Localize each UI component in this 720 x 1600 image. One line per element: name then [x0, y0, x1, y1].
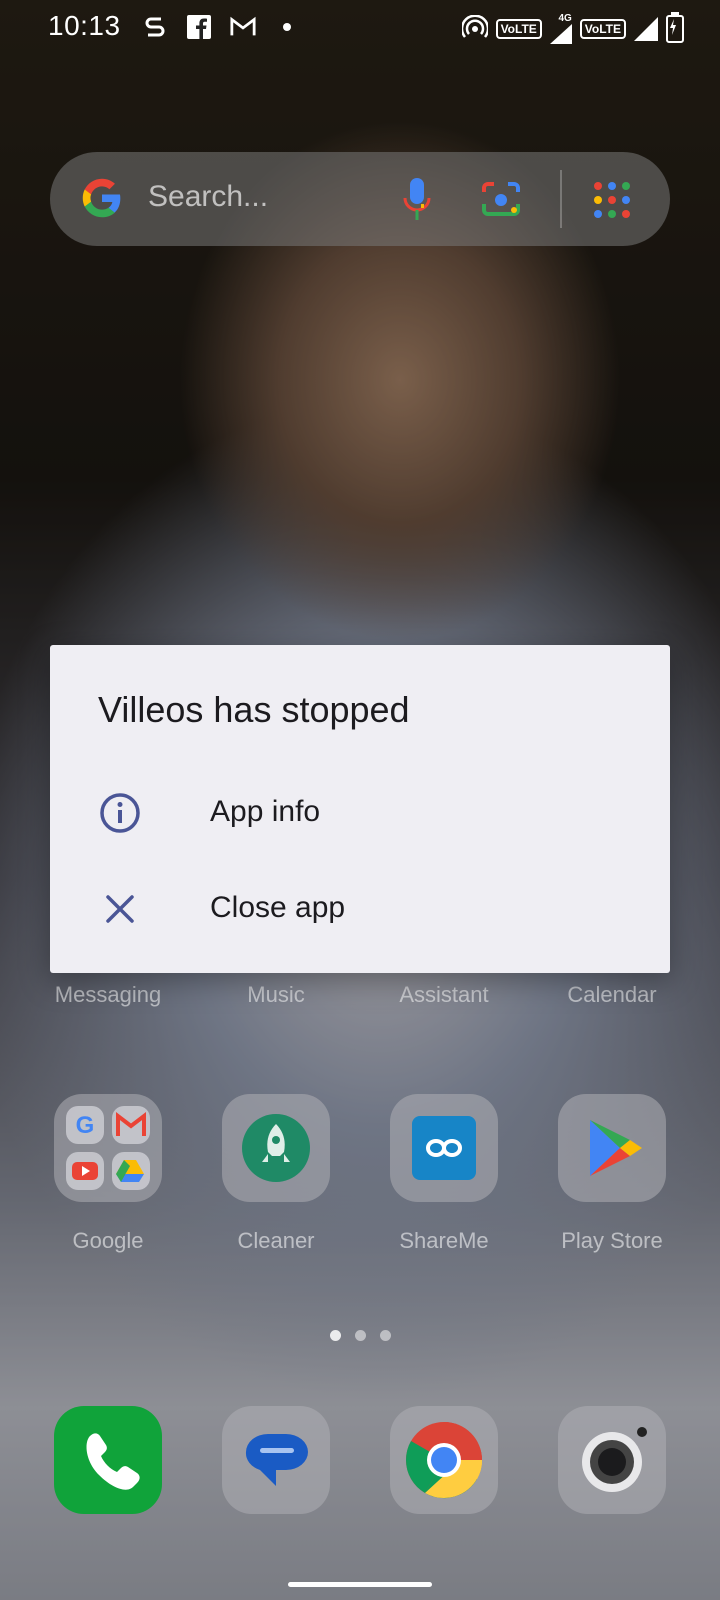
- chrome-icon[interactable]: [390, 1406, 498, 1514]
- app-label-messaging[interactable]: Messaging: [28, 982, 188, 1008]
- notification-s-icon: [142, 14, 168, 40]
- search-placeholder[interactable]: Search...: [148, 180, 268, 214]
- volte-icon-2: VoLTE: [579, 19, 626, 39]
- app-label-music[interactable]: Music: [196, 982, 356, 1008]
- app-info-option[interactable]: App info: [50, 767, 670, 857]
- 4g-signal-icon: 4G: [549, 14, 572, 44]
- app-label-calendar[interactable]: Calendar: [532, 982, 692, 1008]
- shareme-app-icon[interactable]: [390, 1094, 498, 1202]
- google-folder[interactable]: G: [54, 1094, 162, 1202]
- unused-spacer: [50, 645, 670, 735]
- status-bar: 10:13 VoLTE 4G VoLTE: [0, 0, 720, 56]
- battery-charging-icon: [666, 12, 684, 43]
- cleaner-app-icon[interactable]: [222, 1094, 330, 1202]
- app-crash-dialog: Villeos has stopped App info Close app: [50, 645, 670, 973]
- apps-grid-icon[interactable]: [592, 180, 632, 220]
- play-store-app-icon[interactable]: [558, 1094, 666, 1202]
- app-label-assistant[interactable]: Assistant: [364, 982, 524, 1008]
- microphone-icon[interactable]: [402, 176, 432, 222]
- info-icon: [100, 793, 140, 833]
- google-logo-icon: [82, 178, 121, 218]
- app-label-cleaner[interactable]: Cleaner: [196, 1228, 356, 1254]
- gmail-icon: [230, 14, 256, 40]
- app-label-shareme[interactable]: ShareMe: [364, 1228, 524, 1254]
- app-label-play-store[interactable]: Play Store: [532, 1228, 692, 1254]
- gesture-navigation-bar[interactable]: [288, 1582, 432, 1587]
- app-info-label: App info: [210, 795, 321, 828]
- lens-camera-icon[interactable]: [480, 180, 522, 218]
- signal-icon: [634, 17, 658, 41]
- facebook-icon: [186, 14, 212, 40]
- dot-icon: [274, 14, 300, 40]
- messages-icon[interactable]: [222, 1406, 330, 1514]
- svg-text:G: G: [76, 1112, 95, 1139]
- volte-icon: VoLTE: [495, 19, 542, 39]
- hotspot-icon: [460, 13, 489, 44]
- page-indicator: [330, 1330, 391, 1341]
- google-search-bar[interactable]: Search...: [50, 152, 670, 246]
- search-separator: [560, 170, 562, 228]
- camera-icon[interactable]: [558, 1406, 666, 1514]
- close-app-option[interactable]: Close app: [50, 863, 670, 953]
- close-icon: [106, 895, 134, 923]
- phone-icon[interactable]: [54, 1406, 162, 1514]
- app-label-google[interactable]: Google: [28, 1228, 188, 1254]
- clock: 10:13: [48, 10, 121, 41]
- close-app-label: Close app: [210, 891, 346, 924]
